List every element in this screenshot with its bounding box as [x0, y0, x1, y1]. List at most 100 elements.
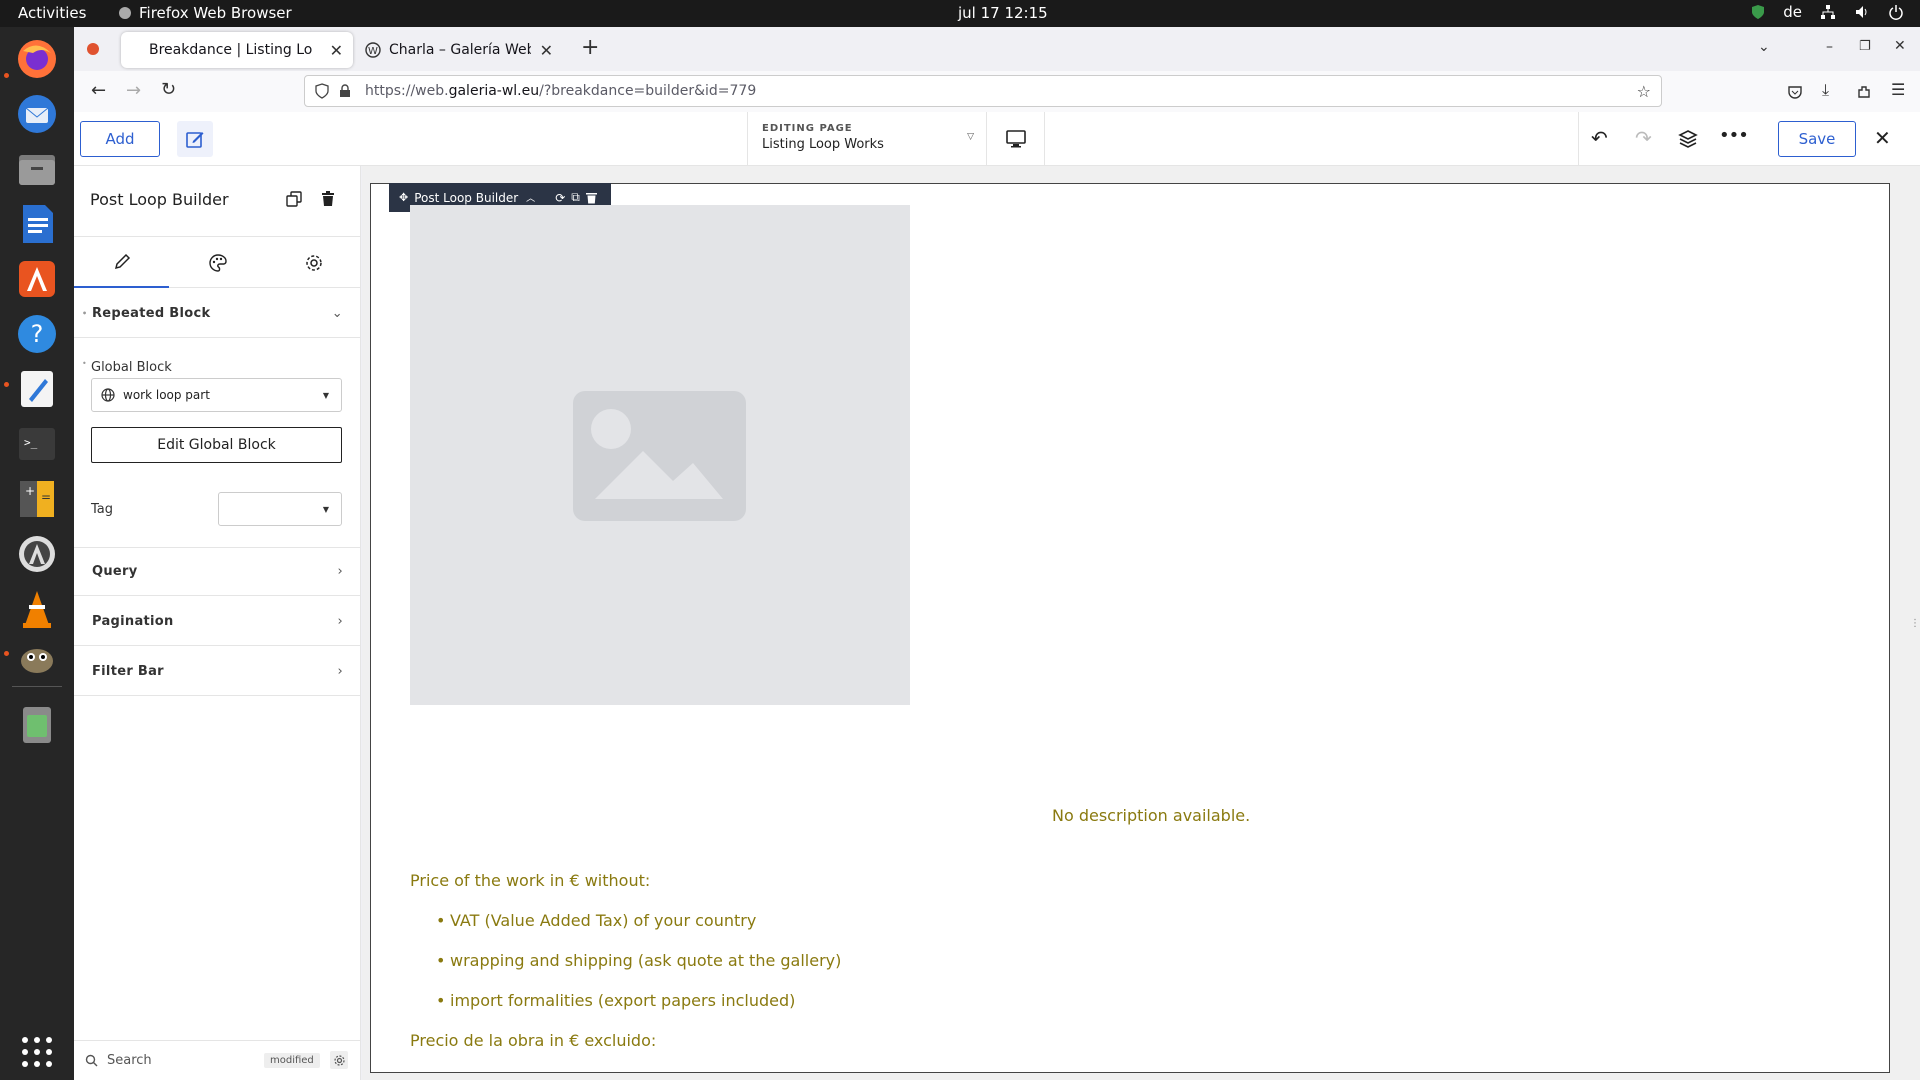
editing-page-value: Listing Loop Works	[762, 137, 884, 152]
search-settings-icon[interactable]	[330, 1051, 348, 1069]
running-indicator	[4, 73, 9, 78]
language-indicator[interactable]: de	[1783, 3, 1802, 21]
forward-icon[interactable]: →	[126, 80, 141, 101]
svg-text:W: W	[368, 46, 378, 57]
undo-icon[interactable]: ↶	[1591, 126, 1608, 150]
terminal-icon[interactable]: >_	[12, 419, 62, 469]
calculator-icon[interactable]: + =	[12, 474, 62, 524]
list-tabs-icon[interactable]: ⌄	[1758, 39, 1770, 55]
move-icon[interactable]: ✥	[399, 191, 408, 204]
delete-icon[interactable]	[585, 192, 597, 204]
modified-badge[interactable]: modified	[264, 1053, 320, 1068]
svg-text:>_: >_	[24, 436, 38, 449]
modified-dot-icon: •	[82, 308, 88, 318]
editing-page-label: EDITING PAGE	[762, 123, 853, 134]
system-app-icon[interactable]	[12, 529, 62, 579]
section-query[interactable]: Query ›	[74, 547, 361, 596]
downloads-icon[interactable]: ⤓	[1822, 80, 1829, 100]
search-input[interactable]: Search	[107, 1053, 152, 1068]
panel-resize-handle[interactable]: ⋮	[1910, 618, 1920, 629]
more-options-icon[interactable]: •••	[1719, 125, 1749, 146]
nav-bar: ← → ↻ https://web. galeria-wl.eu/?breakda…	[74, 71, 1920, 113]
reload-icon[interactable]: ↻	[161, 79, 176, 100]
tab-settings[interactable]	[266, 237, 361, 288]
text-editor-icon[interactable]	[12, 364, 62, 414]
files-icon[interactable]	[12, 144, 62, 194]
firefox-view-icon[interactable]	[86, 42, 100, 56]
tab-content[interactable]	[74, 237, 169, 288]
svg-text:+: +	[25, 484, 35, 498]
maximize-icon[interactable]: ❐	[1859, 39, 1871, 54]
close-builder-icon[interactable]: ✕	[1874, 126, 1891, 150]
redo-icon[interactable]: ↷	[1635, 126, 1652, 150]
minimize-icon[interactable]: –	[1826, 39, 1833, 55]
list-item: wrapping and shipping (ask quote at the …	[436, 951, 841, 991]
palette-icon	[208, 253, 227, 272]
writer-icon[interactable]	[12, 199, 62, 249]
precio-heading: Precio de la obra in € excluido:	[410, 1031, 657, 1050]
edit-global-block-button[interactable]: Edit Global Block	[91, 427, 342, 463]
tab-design[interactable]	[170, 237, 265, 288]
new-tab-icon[interactable]: +	[581, 35, 599, 60]
lock-icon[interactable]	[339, 84, 351, 98]
tab-title: Breakdance | Listing Loop Works	[149, 42, 313, 58]
app-menu[interactable]: Firefox Web Browser	[118, 4, 292, 22]
desktop-icon	[1005, 130, 1026, 148]
section-repeated-block[interactable]: • Repeated Block ⌄	[74, 289, 361, 338]
tab-breakdance[interactable]: Breakdance | Listing Loop Works ✕	[121, 32, 353, 68]
chevron-right-icon: ›	[337, 613, 343, 629]
price-list: VAT (Value Added Tax) of your country wr…	[436, 911, 841, 1031]
delete-icon[interactable]	[321, 191, 335, 207]
editing-page-selector[interactable]: EDITING PAGE Listing Loop Works ▽	[747, 112, 987, 166]
close-tab-icon[interactable]: ✕	[540, 41, 553, 60]
chevron-right-icon: ›	[337, 663, 343, 679]
activities-button[interactable]: Activities	[18, 4, 86, 22]
tracking-shield-icon[interactable]	[315, 83, 329, 99]
thunderbird-icon[interactable]	[12, 89, 62, 139]
tab-charla[interactable]: W Charla – Galería Weber-Lutgen ✕	[353, 32, 563, 68]
svg-text:?: ?	[31, 320, 44, 348]
gimp-icon[interactable]	[12, 634, 62, 684]
extensions-icon[interactable]	[1856, 84, 1872, 100]
save-button[interactable]: Save	[1778, 121, 1856, 157]
close-tab-icon[interactable]: ✕	[330, 41, 343, 60]
show-apps-icon[interactable]	[12, 1027, 62, 1077]
wordpress-icon: W	[365, 42, 381, 58]
caret-down-icon: ▼	[322, 390, 329, 400]
edit-mode-button[interactable]	[177, 121, 213, 157]
pocket-icon[interactable]	[1787, 84, 1803, 100]
running-indicator	[4, 382, 9, 387]
system-tray[interactable]: de	[1751, 3, 1904, 21]
url-bar[interactable]: https://web. galeria-wl.eu/?breakdance=bu…	[304, 75, 1662, 107]
vlc-icon[interactable]	[12, 584, 62, 634]
duplicate-icon[interactable]	[286, 191, 302, 207]
price-heading: Price of the work in € without:	[410, 871, 651, 890]
panel-search-bar: Search modified	[74, 1040, 361, 1080]
trash-icon[interactable]	[12, 700, 62, 750]
device-preview-button[interactable]	[987, 112, 1045, 166]
refresh-icon[interactable]: ⟳	[555, 191, 565, 205]
tag-select[interactable]: ▼	[218, 492, 342, 526]
app-center-icon[interactable]	[12, 254, 62, 304]
layers-icon[interactable]	[1678, 129, 1698, 149]
firefox-icon[interactable]	[12, 34, 62, 84]
url-path: /?breakdance=builder&id=779	[539, 83, 757, 99]
section-pagination[interactable]: Pagination ›	[74, 597, 361, 646]
image-icon	[573, 391, 746, 521]
help-icon[interactable]: ?	[12, 309, 62, 359]
duplicate-icon[interactable]: ⧉	[571, 190, 580, 205]
pencil-icon	[114, 253, 130, 269]
global-block-select[interactable]: work loop part ▼	[91, 378, 342, 412]
section-label: Pagination	[92, 613, 174, 629]
element-label: Post Loop Builder	[414, 190, 519, 205]
back-icon[interactable]: ←	[91, 80, 106, 101]
clock[interactable]: jul 17 12:15	[958, 4, 1048, 22]
tab-title: Charla – Galería Weber-Lutgen	[389, 42, 531, 58]
close-window-icon[interactable]: ✕	[1894, 38, 1906, 54]
menu-icon[interactable]: ☰	[1891, 80, 1905, 99]
bookmark-star-icon[interactable]: ☆	[1637, 82, 1651, 101]
chevron-up-icon[interactable]: ︿	[526, 191, 535, 204]
tag-label: Tag	[91, 502, 114, 517]
add-button[interactable]: Add	[80, 121, 160, 157]
section-filter-bar[interactable]: Filter Bar ›	[74, 647, 361, 696]
